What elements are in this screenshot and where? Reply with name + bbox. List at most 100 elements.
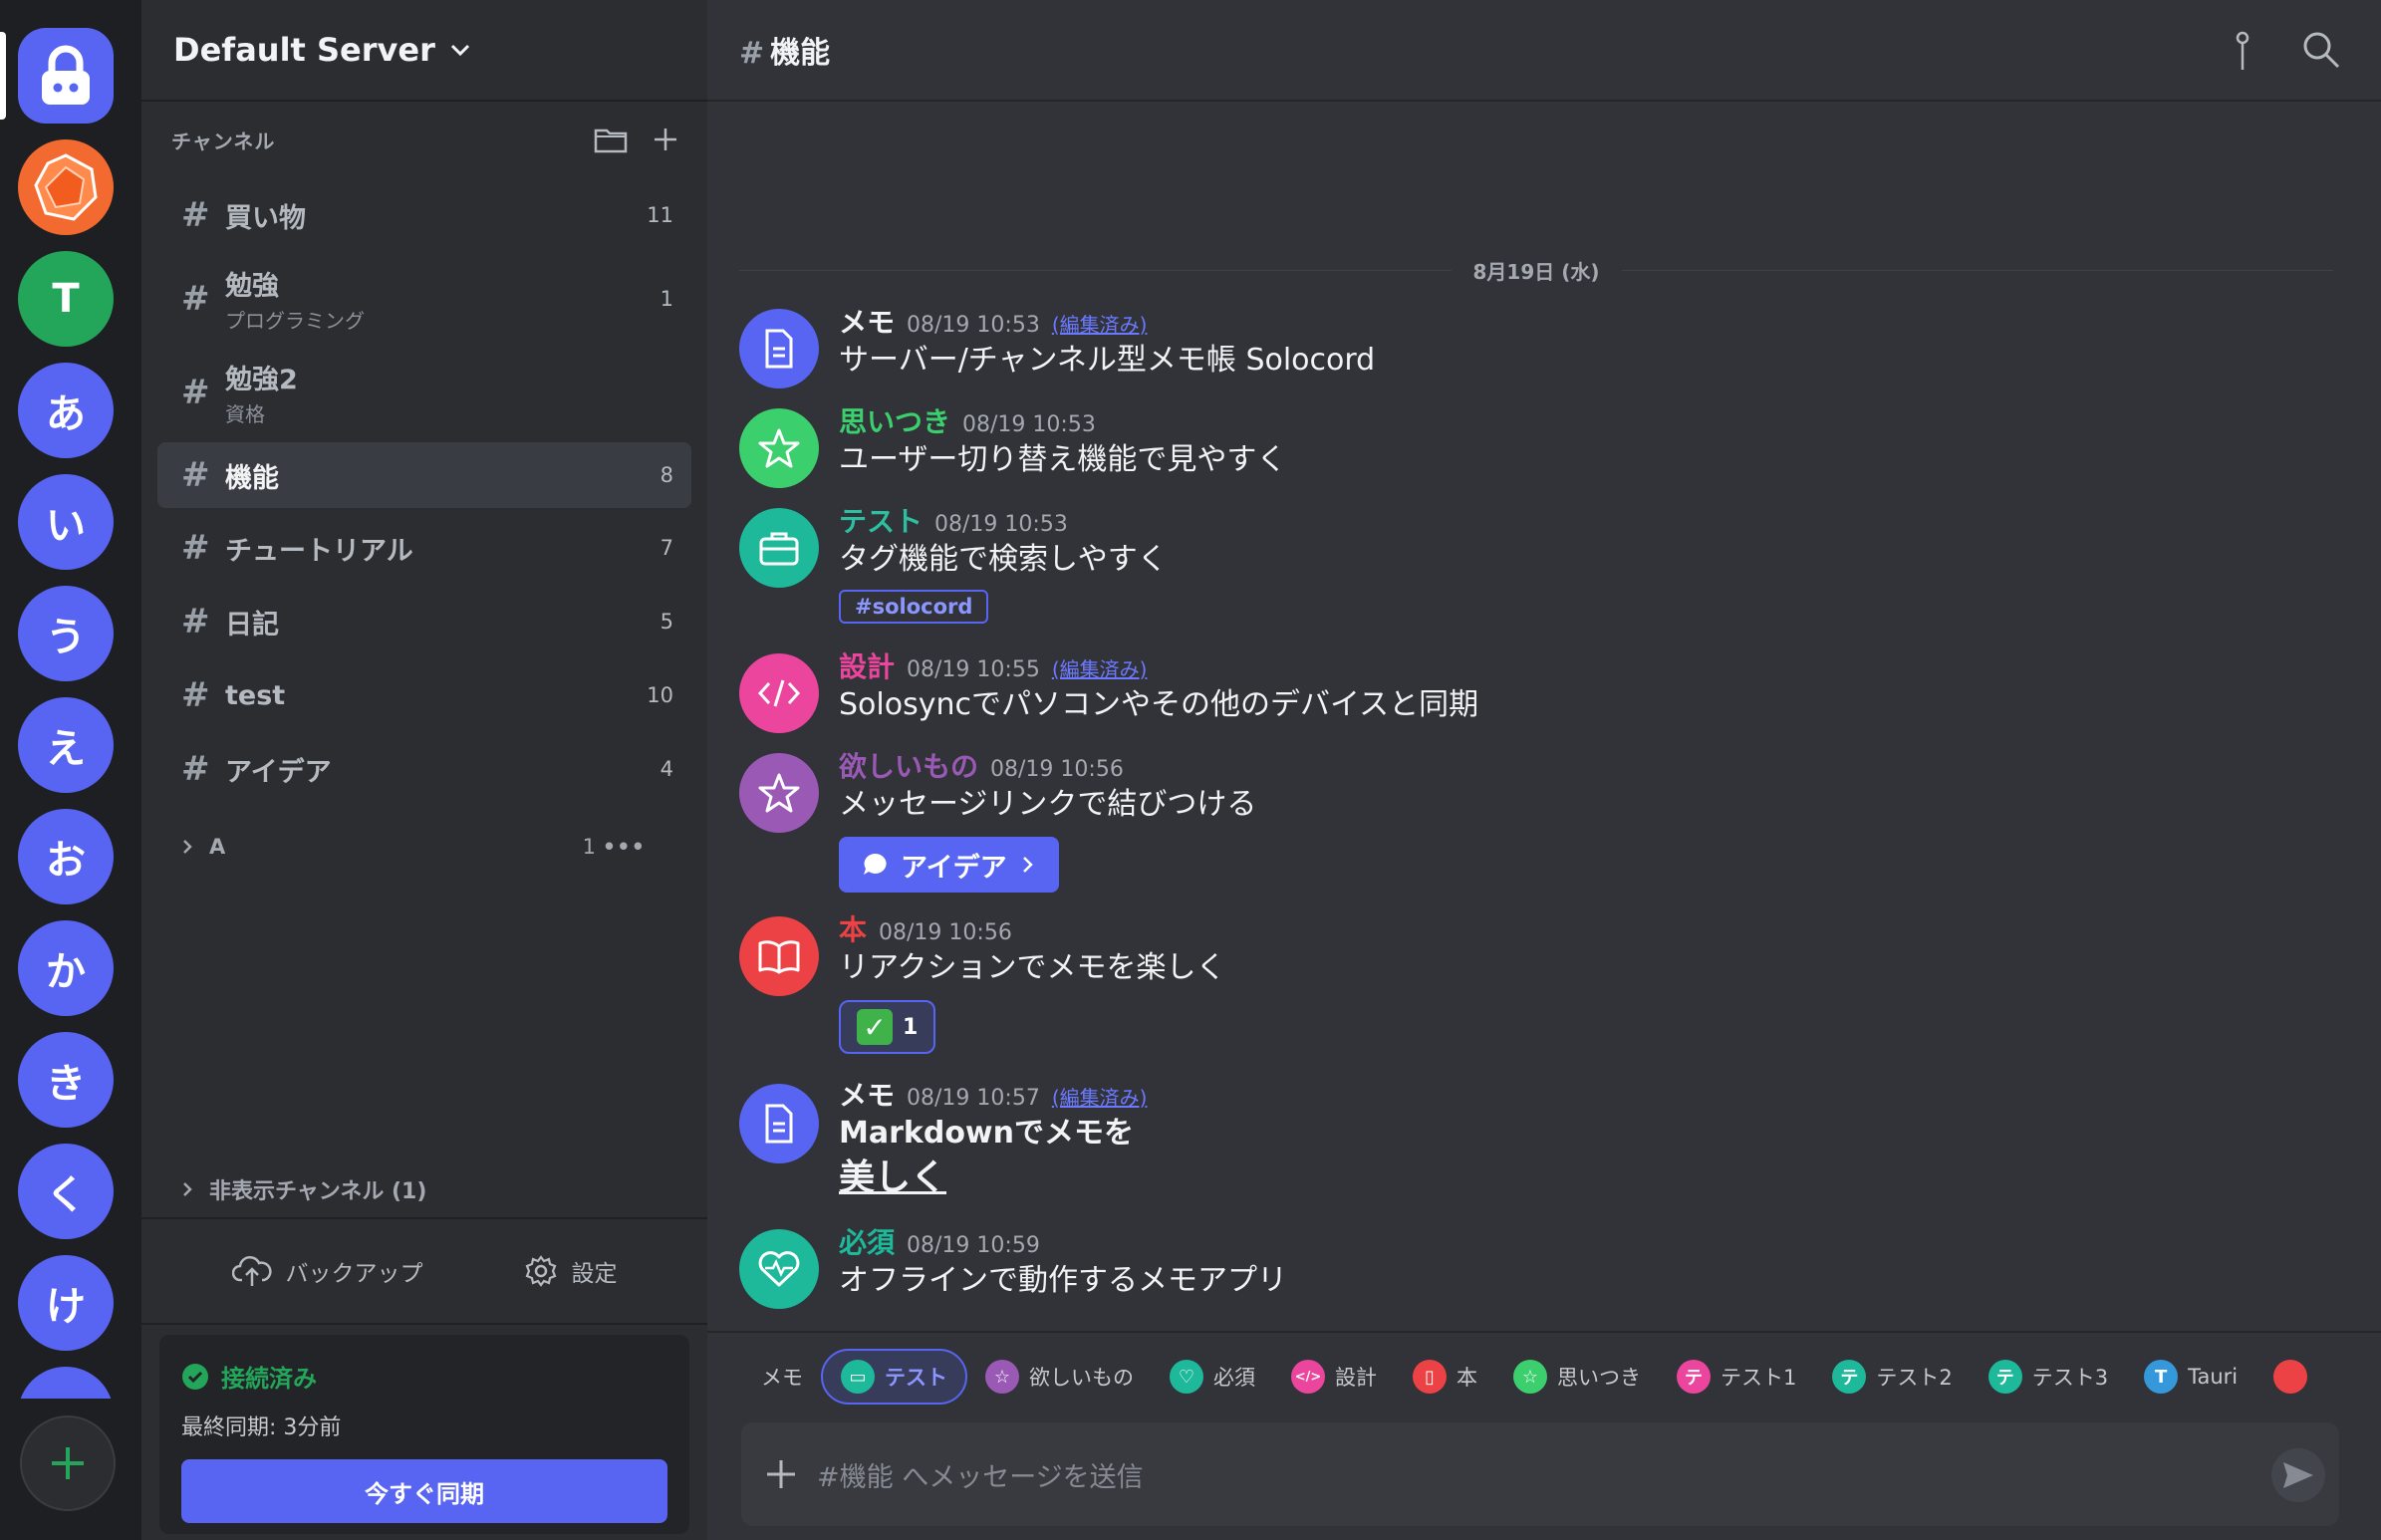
server-o[interactable]: お (18, 809, 114, 904)
add-channel-icon[interactable] (652, 126, 679, 153)
message[interactable]: 欲しいもの 08/19 10:56 メッセージリンクで結びつける アイデア (739, 745, 2313, 904)
reaction-count: 1 (903, 1014, 919, 1040)
message-author[interactable]: テスト (839, 500, 923, 540)
channel-item[interactable]: # 勉強 プログラミング 1 (157, 261, 691, 337)
message-author[interactable]: 欲しいもの (839, 745, 978, 785)
settings-button[interactable]: 設定 (524, 1254, 618, 1288)
channel-name: 機能 (225, 462, 279, 494)
reaction-button[interactable]: ✓ 1 (839, 1000, 936, 1054)
server-ke[interactable]: け (18, 1255, 114, 1351)
server-header[interactable]: Default Server (141, 0, 707, 102)
hidden-channels-toggle[interactable]: 非表示チャンネル (1) (177, 1173, 426, 1205)
message[interactable]: 必須 08/19 10:59 オフラインで動作するメモアプリ (739, 1221, 2313, 1321)
edited-label: (編集済み) (1051, 313, 1148, 337)
avatar[interactable] (739, 508, 819, 588)
more-icon[interactable]: ••• (603, 835, 646, 859)
message-time: 08/19 10:53 (962, 412, 1096, 437)
send-button[interactable] (2271, 1448, 2325, 1502)
server-t[interactable]: T (18, 251, 114, 347)
book-icon (758, 940, 800, 974)
message-author[interactable]: 思いつき (839, 400, 950, 440)
message[interactable]: メモ 08/19 10:53 (編集済み) サーバー/チャンネル型メモ帳 Sol… (739, 301, 2313, 400)
message-author[interactable]: メモ (839, 1074, 895, 1114)
search-icon[interactable] (2301, 30, 2341, 70)
user-chip-partial[interactable] (2255, 1349, 2325, 1405)
user-chip-wishlist[interactable]: ☆ 欲しいもの (967, 1349, 1152, 1405)
message-author[interactable]: メモ (839, 301, 895, 341)
avatar[interactable] (739, 408, 819, 488)
folder-icon[interactable] (594, 125, 628, 154)
message[interactable]: 本 08/19 10:56 リアクションでメモを楽しく ✓ 1 (739, 908, 2313, 1068)
channel-header: # 機能 (707, 0, 2381, 102)
hash-icon: # (181, 675, 210, 715)
server-partial[interactable] (18, 1367, 114, 1399)
channel-count: 4 (660, 757, 673, 781)
add-server-button[interactable] (20, 1415, 116, 1511)
server-ku[interactable]: く (18, 1144, 114, 1239)
server-i[interactable]: い (18, 474, 114, 570)
avatar[interactable] (739, 916, 819, 996)
avatar-letter: テ (1832, 1360, 1867, 1394)
message-composer[interactable]: #機能 へメッセージを送信 (741, 1422, 2339, 1526)
document-icon (765, 329, 793, 369)
last-sync-text: 最終同期: 3分前 (181, 1415, 342, 1440)
server-lock[interactable] (18, 28, 114, 124)
user-chip-memo[interactable]: メモ (743, 1349, 821, 1405)
channel-item[interactable]: # チュートリアル 7 (157, 518, 691, 578)
avatar[interactable] (739, 653, 819, 733)
message[interactable]: テスト 08/19 10:53 タグ機能で検索しやすく #solocord (739, 500, 2313, 640)
server-a[interactable]: あ (18, 363, 114, 458)
message[interactable]: 思いつき 08/19 10:53 ユーザー切り替え機能で見やすく (739, 400, 2313, 500)
channel-item[interactable]: # 日記 5 (157, 592, 691, 651)
channel-item[interactable]: # 買い物 11 (157, 185, 691, 245)
plus-icon[interactable] (763, 1456, 799, 1492)
cloud-upload-icon (231, 1256, 272, 1286)
message[interactable]: メモ 08/19 10:57 (編集済み) Markdownでメモを 美しく (739, 1074, 2313, 1213)
edited-label: (編集済み) (1051, 657, 1148, 681)
user-chip-tauri[interactable]: T Tauri (2126, 1349, 2255, 1405)
avatar[interactable] (739, 753, 819, 833)
backup-button[interactable]: バックアップ (231, 1254, 423, 1288)
pin-icon[interactable] (2228, 30, 2257, 72)
user-chip-test1[interactable]: テ テスト1 (1659, 1349, 1814, 1405)
server-u[interactable]: う (18, 586, 114, 681)
avatar[interactable] (739, 1229, 819, 1309)
chevron-right-icon (183, 840, 192, 854)
server-e[interactable]: え (18, 697, 114, 793)
message-input[interactable]: #機能 へメッセージを送信 (817, 1455, 1144, 1494)
message-content: オフラインで動作するメモアプリ (839, 1263, 1287, 1298)
message-link-button[interactable]: アイデア (839, 837, 1059, 893)
category-name: A (209, 835, 226, 859)
avatar-letter: T (2144, 1360, 2179, 1394)
category-a[interactable]: A 1 ••• (177, 835, 675, 859)
server-ka[interactable]: か (18, 920, 114, 1016)
polygon-logo-icon (28, 149, 104, 225)
sync-now-button[interactable]: 今すぐ同期 (181, 1459, 667, 1523)
user-chip-book[interactable]: ▯ 本 (1395, 1349, 1495, 1405)
message-tag[interactable]: #solocord (839, 590, 989, 624)
avatar[interactable] (739, 1084, 819, 1163)
sync-status-label: 接続済み (221, 1365, 317, 1393)
message-author[interactable]: 本 (839, 908, 867, 948)
user-chip-idea[interactable]: ☆ 思いつき (1495, 1349, 1659, 1405)
message[interactable]: 設計 08/19 10:55 (編集済み) Solosyncでパソコンやその他の… (739, 645, 2313, 745)
user-chip-test2[interactable]: テ テスト2 (1814, 1349, 1970, 1405)
user-chip-design[interactable]: </> 設計 (1273, 1349, 1395, 1405)
date-label: 8月19日 (水) (1472, 259, 1600, 284)
message-author[interactable]: 必須 (839, 1221, 895, 1261)
user-chip-required[interactable]: ♡ 必須 (1152, 1349, 1273, 1405)
code-icon (757, 679, 801, 707)
channel-item[interactable]: # 勉強2 資格 (157, 355, 691, 430)
channel-item[interactable]: # アイデア 4 (157, 739, 691, 799)
message-time: 08/19 10:56 (990, 757, 1124, 782)
user-chip-test3[interactable]: テ テスト3 (1971, 1349, 2126, 1405)
message-author[interactable]: 設計 (839, 645, 895, 685)
server-ki[interactable]: き (18, 1032, 114, 1128)
server-logo[interactable] (18, 139, 114, 235)
channel-item-active[interactable]: # 機能 8 (157, 442, 691, 508)
channel-title: # 機能 (739, 36, 831, 71)
avatar[interactable] (739, 309, 819, 388)
server-rail: T あ い う え お か き く け (0, 0, 141, 1540)
user-chip-test-active[interactable]: ▭ テスト (821, 1349, 967, 1405)
channel-item[interactable]: # test 10 (157, 665, 691, 725)
